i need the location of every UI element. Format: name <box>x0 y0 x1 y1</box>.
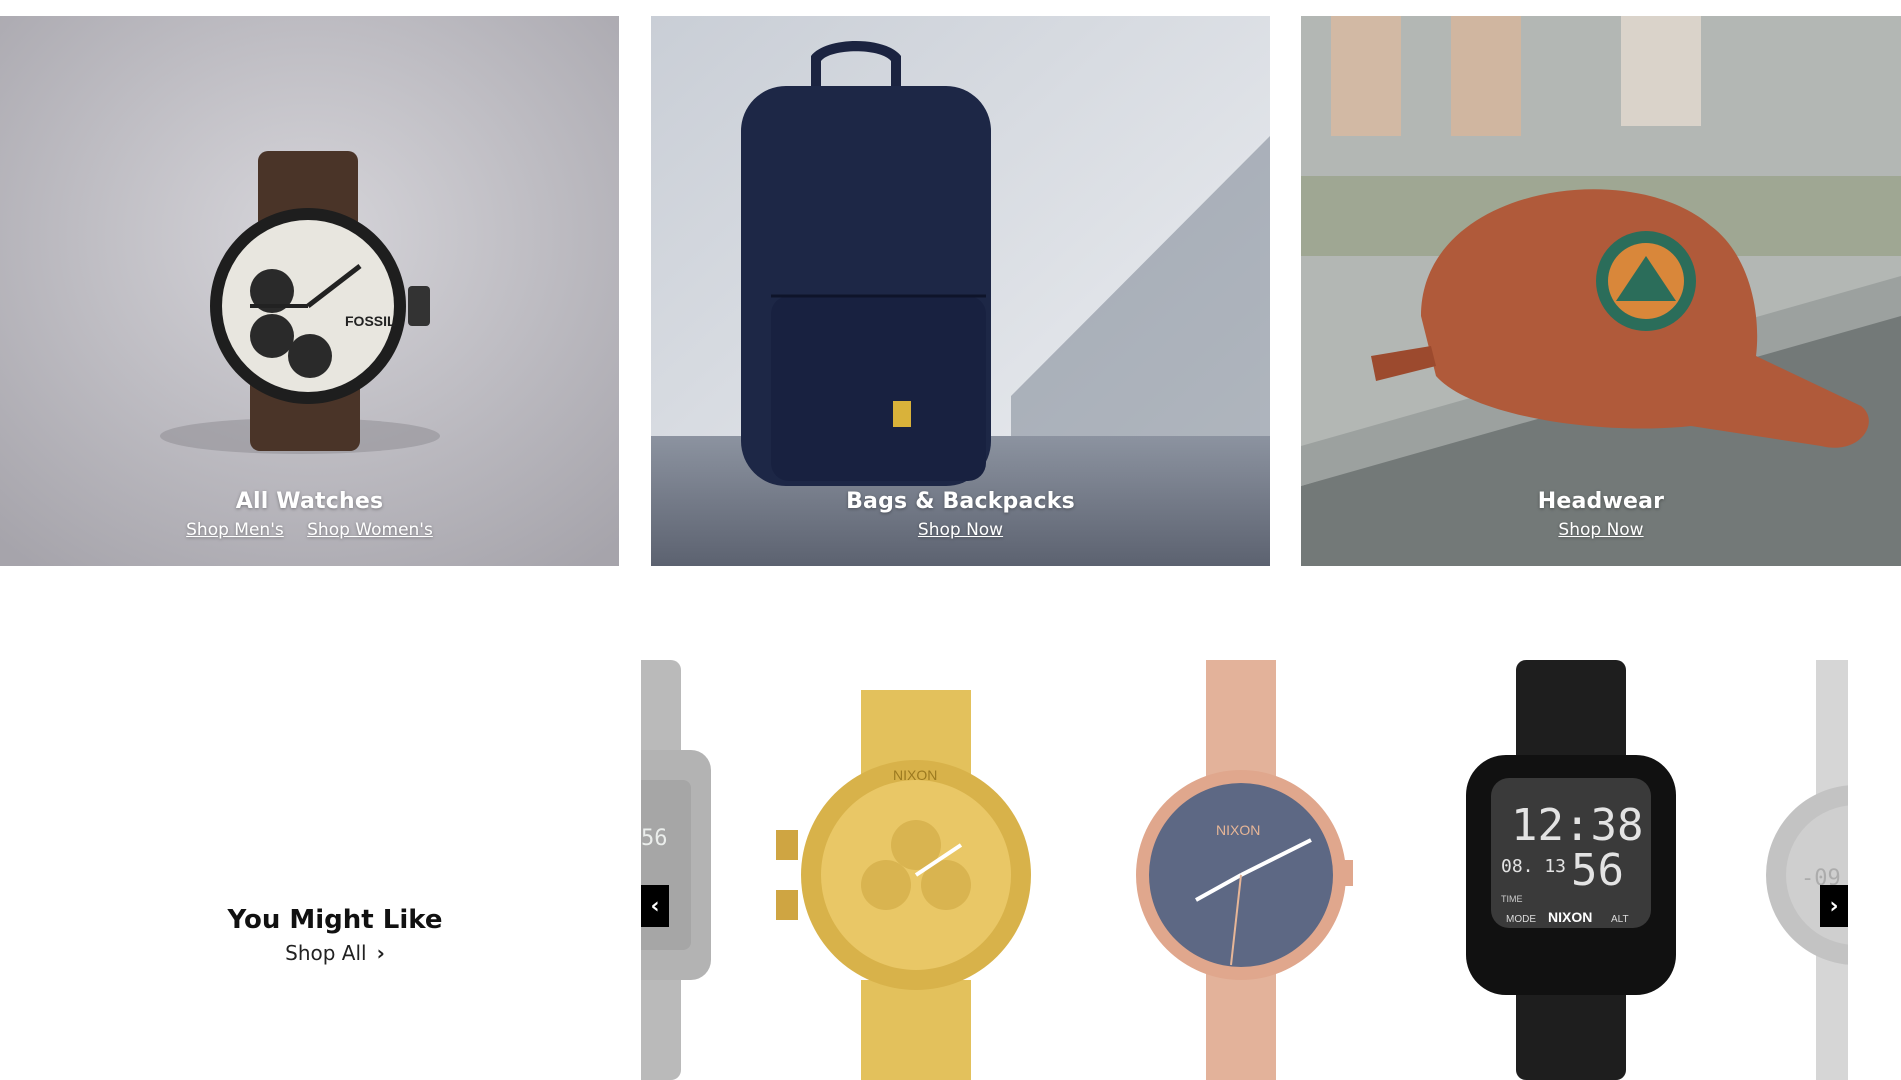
shop-bags-link[interactable]: Shop Now <box>918 520 1003 540</box>
category-tile-bags[interactable]: Bags & Backpacks Shop Now <box>651 16 1270 566</box>
product-display-time: 56 <box>641 826 668 851</box>
backpack-photo <box>651 16 1270 566</box>
tile-caption: Headwear Shop Now <box>1301 489 1901 540</box>
product-brand: NIXON <box>1216 822 1260 838</box>
recommendations-header: You Might Like Shop All › <box>130 905 540 965</box>
product-card[interactable]: 56 <box>641 660 721 1080</box>
category-tile-headwear[interactable]: Headwear Shop Now <box>1301 16 1901 566</box>
product-carousel: 56 NIXON NIXON 12:38 08. 13 56 TIME MODE… <box>641 660 1848 1080</box>
product-brand: NIXON <box>893 767 937 783</box>
tile-title: Bags & Backpacks <box>846 489 1075 514</box>
product-display-seconds: 56 <box>1571 845 1624 896</box>
cap-photo <box>1301 16 1901 566</box>
tile-caption: All Watches Shop Men's Shop Women's <box>0 489 619 540</box>
product-card[interactable]: NIXON <box>1111 660 1361 1080</box>
shop-headwear-link[interactable]: Shop Now <box>1558 520 1643 540</box>
product-mode-label: MODE <box>1506 914 1536 925</box>
product-time-label: TIME <box>1501 894 1523 904</box>
shop-womens-link[interactable]: Shop Women's <box>307 520 433 540</box>
tile-caption: Bags & Backpacks Shop Now <box>651 489 1270 540</box>
product-image: 56 <box>641 660 711 1080</box>
chevron-right-icon: › <box>1829 893 1839 919</box>
tile-title: Headwear <box>1537 489 1665 514</box>
chevron-right-icon: › <box>376 941 385 965</box>
product-image: NIXON <box>1136 660 1353 1080</box>
product-image: 12:38 08. 13 56 TIME MODE NIXON ALT <box>1466 660 1676 1080</box>
carousel-next-button[interactable]: › <box>1820 885 1848 927</box>
product-display-date: 08. 13 <box>1501 856 1566 877</box>
product-card[interactable]: -09 <box>1761 660 1848 1080</box>
watch-photo: FOSSIL <box>0 16 619 566</box>
carousel-prev-button[interactable]: ‹ <box>641 885 669 927</box>
product-card[interactable]: 12:38 08. 13 56 TIME MODE NIXON ALT <box>1461 660 1681 1080</box>
chevron-left-icon: ‹ <box>650 893 660 919</box>
product-image: -09 <box>1766 660 1848 1080</box>
product-card[interactable]: NIXON <box>771 660 1061 1080</box>
section-title: You Might Like <box>227 905 443 935</box>
product-image: NIXON <box>776 690 1031 1080</box>
product-alt-label: ALT <box>1611 914 1629 925</box>
tile-title: All Watches <box>235 489 384 514</box>
shop-mens-link[interactable]: Shop Men's <box>186 520 284 540</box>
shop-all-label: Shop All <box>285 941 367 965</box>
product-brand: NIXON <box>1548 909 1592 925</box>
svg-text:FOSSIL: FOSSIL <box>345 313 396 329</box>
category-tile-watches[interactable]: FOSSIL All Watches Shop Men's Shop Women… <box>0 16 619 566</box>
shop-all-link[interactable]: Shop All › <box>285 941 385 965</box>
product-display-time: 12:38 <box>1511 800 1643 851</box>
